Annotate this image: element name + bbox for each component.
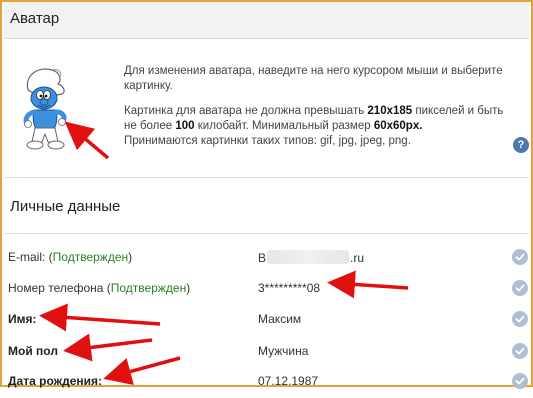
limit-text: Картинка для аватара не должна превышать xyxy=(124,105,368,117)
limit-kb: 100 xyxy=(175,120,195,132)
limit-size: 210x185 xyxy=(367,105,413,117)
name-value: Максим xyxy=(258,312,302,326)
email-value-end: .ru xyxy=(350,251,365,265)
email-redaction xyxy=(267,250,350,264)
email-label-end: ) xyxy=(128,250,133,264)
phone-label-text: Номер телефона ( xyxy=(8,281,111,295)
phone-label: Номер телефона (Подтвержден) xyxy=(8,281,190,295)
gender-label: Мой пол xyxy=(8,344,58,358)
name-label: Имя: xyxy=(8,312,37,326)
phone-status: Подтвержден xyxy=(110,281,187,295)
email-value-start: B xyxy=(258,251,267,265)
avatar-section-title: Аватар xyxy=(10,10,60,27)
help-icon[interactable]: ? xyxy=(513,137,529,153)
avatar-instructions: Для изменения аватара, наведите на него … xyxy=(124,64,504,159)
avatar-image[interactable] xyxy=(18,64,76,150)
email-label-text: E-mail: ( xyxy=(8,250,53,264)
phone-value: 3*********08 xyxy=(258,281,321,295)
gender-value: Мужчина xyxy=(258,344,309,358)
name-row: Имя: Максим xyxy=(4,304,529,336)
personal-section-title: Личные данные xyxy=(10,198,121,215)
section-divider xyxy=(4,177,529,178)
limit-text: килобайт. Минимальный размер xyxy=(194,120,374,132)
accepted-types: Принимаются картинки таких типов: gif, j… xyxy=(124,135,411,147)
profile-panel: Аватар Для изменения аватара, наведите н… xyxy=(0,0,533,389)
email-row: E-mail: (Подтвержден) B .ru xyxy=(4,242,529,274)
email-status: Подтвержден xyxy=(52,250,129,264)
check-icon xyxy=(512,249,528,265)
avatar-section: Для изменения аватара, наведите на него … xyxy=(4,40,529,176)
avatar-hint: Для изменения аватара, наведите на него … xyxy=(124,65,503,92)
smurf-icon xyxy=(23,68,67,150)
limit-min: 60x60px. xyxy=(373,120,423,132)
avatar-limits: Картинка для аватара не должна превышать… xyxy=(124,104,504,149)
check-icon xyxy=(512,311,528,327)
check-icon xyxy=(512,343,528,359)
email-label: E-mail: (Подтвержден) xyxy=(8,250,132,264)
check-icon xyxy=(512,280,528,296)
birthday-row: Дата рождения: 07.12.1987 xyxy=(4,366,529,398)
section-divider xyxy=(4,233,529,234)
email-value: B .ru xyxy=(258,250,364,265)
avatar-section-header: Аватар xyxy=(4,2,529,39)
gender-row: Мой пол Мужчина xyxy=(4,336,529,368)
birthday-value: 07.12.1987 xyxy=(258,374,319,388)
birthday-label: Дата рождения: xyxy=(8,374,103,388)
phone-row: Номер телефона (Подтвержден) 3*********0… xyxy=(4,273,529,305)
phone-label-end: ) xyxy=(186,281,191,295)
